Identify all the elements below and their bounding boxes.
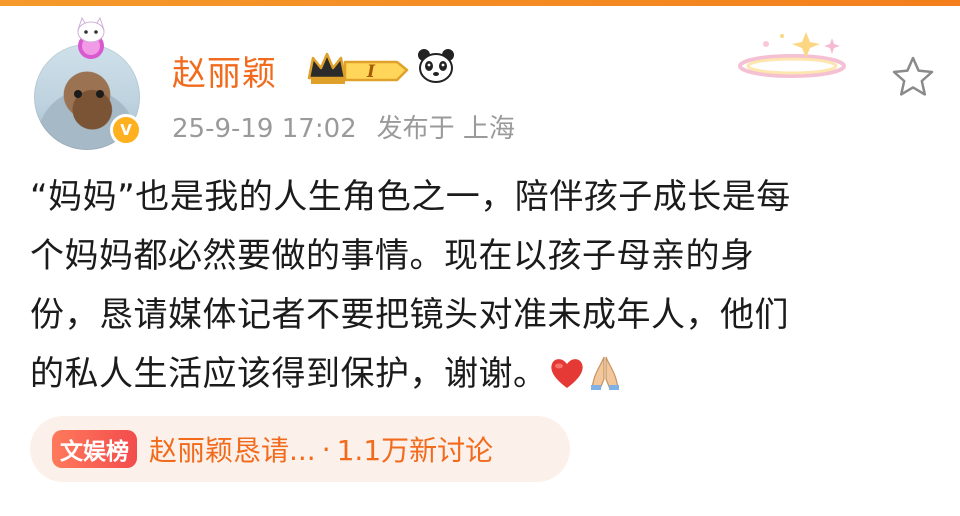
avatar-eye-left <box>74 90 82 98</box>
trend-tag: 文娱榜 <box>52 430 137 468</box>
praying-hands-icon <box>590 356 619 390</box>
heart-icon <box>550 359 583 388</box>
post-meta: 25-9-19 17:02 发布于 上海 <box>172 108 515 145</box>
post-line-last: 的私人生活应该得到保护，谢谢。 <box>30 345 940 404</box>
verified-icon: V <box>110 114 142 146</box>
post-line: “妈妈”也是我的人生角色之一，陪伴孩子成长是每 <box>30 177 791 217</box>
post-body: “妈妈”也是我的人生角色之一，陪伴孩子成长是每 个妈妈都必然要做的事情。现在以孩… <box>30 168 940 404</box>
star-icon <box>892 56 934 96</box>
avatar-container[interactable]: V <box>34 16 150 150</box>
avatar-pendant-cat-icon <box>77 16 105 59</box>
post-line: 的私人生活应该得到保护，谢谢。 <box>30 354 548 394</box>
favorite-star-button[interactable] <box>890 54 936 100</box>
post-line: 个妈妈都必然要做的事情。现在以孩子母亲的身 <box>30 236 755 276</box>
trend-topic-pill[interactable]: 文娱榜 赵丽颖恳请... · 1.1万新讨论 <box>30 416 570 482</box>
trend-count: 1.1万新讨论 <box>336 434 494 467</box>
crown-badge-icon[interactable]: I <box>305 48 411 88</box>
post-line: 份，恳请媒体记者不要把镜头对准未成年人，他们 <box>30 295 789 335</box>
username[interactable]: 赵丽颖 <box>172 46 277 95</box>
post-location: 发布于 上海 <box>376 114 515 144</box>
trend-title: 赵丽颖恳请... <box>149 434 316 467</box>
avatar-eye-right <box>96 90 104 98</box>
panda-icon[interactable] <box>416 46 456 86</box>
top-accent-bar <box>0 0 960 6</box>
post-date: 25-9-19 17:02 <box>172 114 357 144</box>
trend-separator: · <box>321 432 331 466</box>
vip-level: I <box>366 62 376 82</box>
sparkle-decoration-icon <box>738 32 846 78</box>
